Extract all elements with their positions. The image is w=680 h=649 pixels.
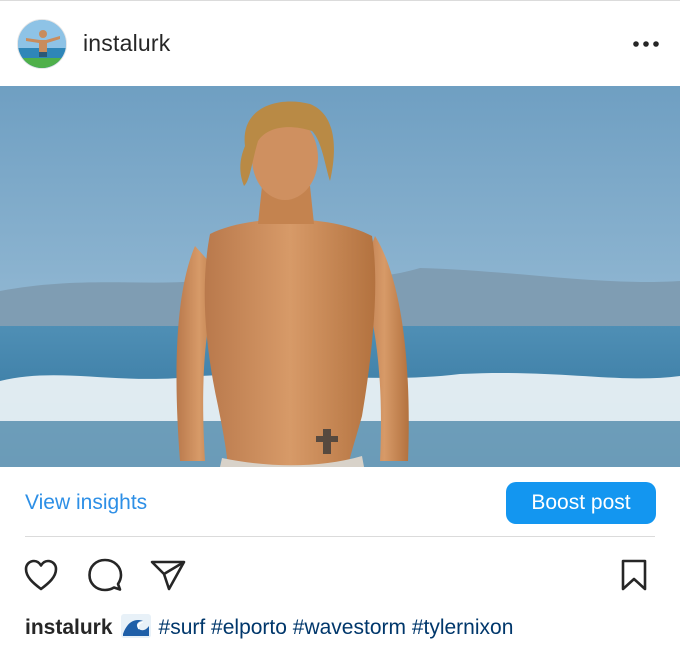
caption: instalurk #surf #elporto #wavestorm #tyl…	[25, 614, 513, 644]
wave-emoji-icon	[120, 614, 151, 644]
post-username[interactable]: instalurk	[83, 30, 170, 57]
send-icon[interactable]	[148, 555, 188, 595]
caption-hashtags[interactable]: #surf #elporto #wavestorm #tylernixon	[159, 616, 514, 639]
ellipsis-icon[interactable]	[628, 31, 664, 57]
avatar-image	[18, 20, 66, 68]
boost-post-button[interactable]: Boost post	[506, 482, 656, 524]
caption-username[interactable]: instalurk	[25, 616, 113, 639]
post-header: instalurk	[0, 0, 680, 86]
bookmark-icon[interactable]	[614, 555, 654, 595]
divider	[25, 536, 655, 537]
avatar[interactable]	[17, 19, 67, 69]
comment-icon[interactable]	[85, 555, 125, 595]
heart-icon[interactable]	[21, 555, 61, 595]
post-photo[interactable]	[0, 86, 680, 467]
view-insights-link[interactable]: View insights	[25, 491, 147, 515]
